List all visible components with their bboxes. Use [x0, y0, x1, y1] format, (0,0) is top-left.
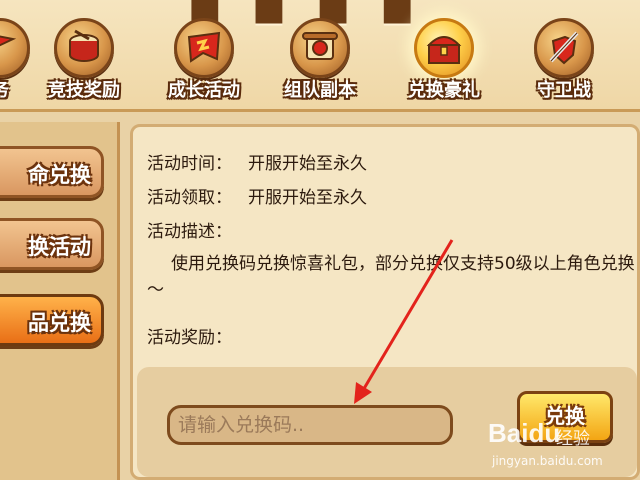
event-time-value: 开服开始至永久 [248, 154, 367, 174]
side-item-label: 命兑换 [28, 163, 91, 187]
watermark-sub: 经验 [556, 429, 590, 449]
tab-team-dungeon[interactable]: 组队副本 [272, 18, 368, 112]
event-claim-value: 开服开始至永久 [248, 188, 367, 208]
sword-shield-icon [534, 18, 594, 78]
top-tab-bar: ████ 务 竞技奖励 成长活动 组队副本 兑换豪礼 守卫战 [0, 0, 640, 112]
event-desc-label: 活动描述： [147, 222, 232, 242]
flag-icon [0, 18, 30, 78]
tab-guard-battle[interactable]: 守卫战 [516, 18, 612, 112]
side-item-item-redeem[interactable]: 品兑换 [0, 294, 104, 346]
treasure-chest-icon [414, 18, 474, 78]
tab-label: 竞技奖励 [48, 80, 120, 101]
tab-competition-rewards[interactable]: 竞技奖励 [36, 18, 132, 112]
event-time-row: 活动时间： 开服开始至永久 [147, 149, 367, 174]
event-claim-label: 活动领取： [147, 188, 232, 208]
side-item-label: 品兑换 [28, 311, 91, 335]
watermark-url: jingyan.baidu.com [492, 454, 603, 468]
drum-icon [54, 18, 114, 78]
side-item-redeem-1[interactable]: 命兑换 [0, 146, 104, 198]
tab-growth-events[interactable]: 成长活动 [156, 18, 252, 112]
redeem-code-input[interactable] [167, 405, 453, 445]
tab-label: 守卫战 [537, 80, 591, 101]
watermark-brand: Baidu [488, 418, 561, 448]
event-reward-label: 活动奖励： [147, 328, 232, 348]
event-claim-row: 活动领取： 开服开始至永久 [147, 183, 367, 208]
watermark: Baidu 经验 jingyan.baidu.com [488, 418, 638, 480]
tab-redeem-gifts[interactable]: 兑换豪礼 [396, 18, 492, 112]
tab-label: 组队副本 [284, 80, 356, 101]
scroll-icon [290, 18, 350, 78]
event-desc-text: 使用兑换码兑换惊喜礼包，部分兑换仅支持50级以上角色兑换～ [147, 254, 635, 300]
tab-label: 成长活动 [168, 80, 240, 101]
tab-label: 兑换豪礼 [408, 80, 480, 101]
side-item-label: 换活动 [28, 235, 91, 259]
event-time-label: 活动时间： [147, 154, 232, 174]
side-menu: 命兑换 换活动 品兑换 [0, 122, 120, 480]
side-item-redeem-events[interactable]: 换活动 [0, 218, 104, 270]
banner-icon [174, 18, 234, 78]
